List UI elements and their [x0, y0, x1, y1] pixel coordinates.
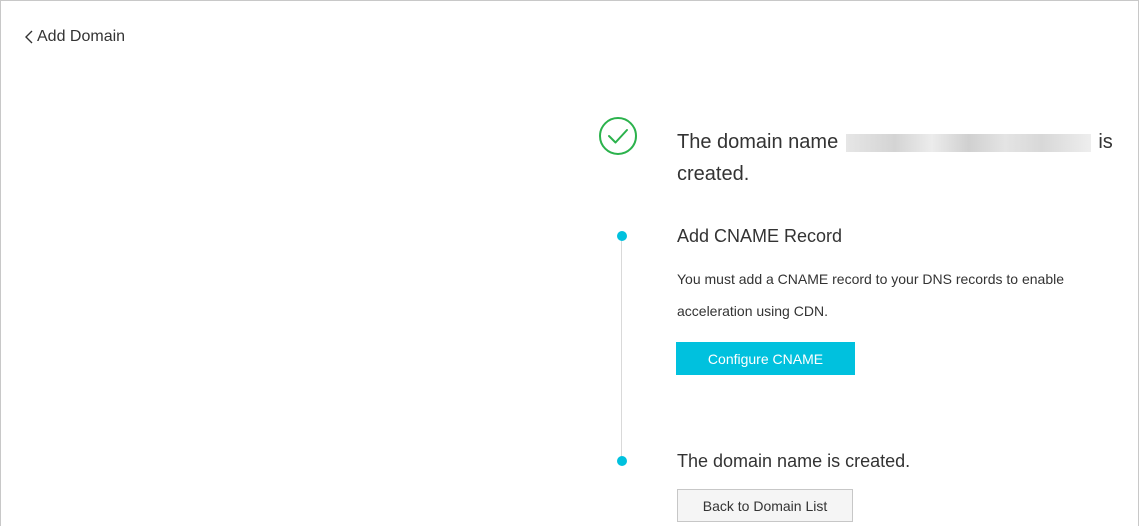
timeline-line — [621, 236, 622, 461]
check-circle-icon — [599, 117, 637, 155]
page-title: Add Domain — [37, 28, 126, 45]
result-headline: The domain name is created. — [677, 126, 1127, 190]
step-2-title: The domain name is created. — [677, 451, 911, 471]
timeline-dot-step-1 — [617, 231, 627, 241]
back-link[interactable]: Add Domain — [24, 28, 125, 46]
configure-cname-button[interactable]: Configure CNAME — [676, 342, 855, 375]
page-frame: Add Domain The domain name is created. A… — [0, 0, 1139, 526]
timeline-dot-step-2 — [617, 456, 627, 466]
redacted-domain-name — [845, 133, 1091, 152]
headline-prefix: The domain name — [677, 131, 839, 153]
chevron-left-icon — [25, 30, 33, 44]
back-to-domain-list-button[interactable]: Back to Domain List — [677, 489, 853, 522]
step-1-title: Add CNAME Record — [677, 226, 843, 246]
step-1-description: You must add a CNAME record to your DNS … — [677, 271, 1065, 319]
